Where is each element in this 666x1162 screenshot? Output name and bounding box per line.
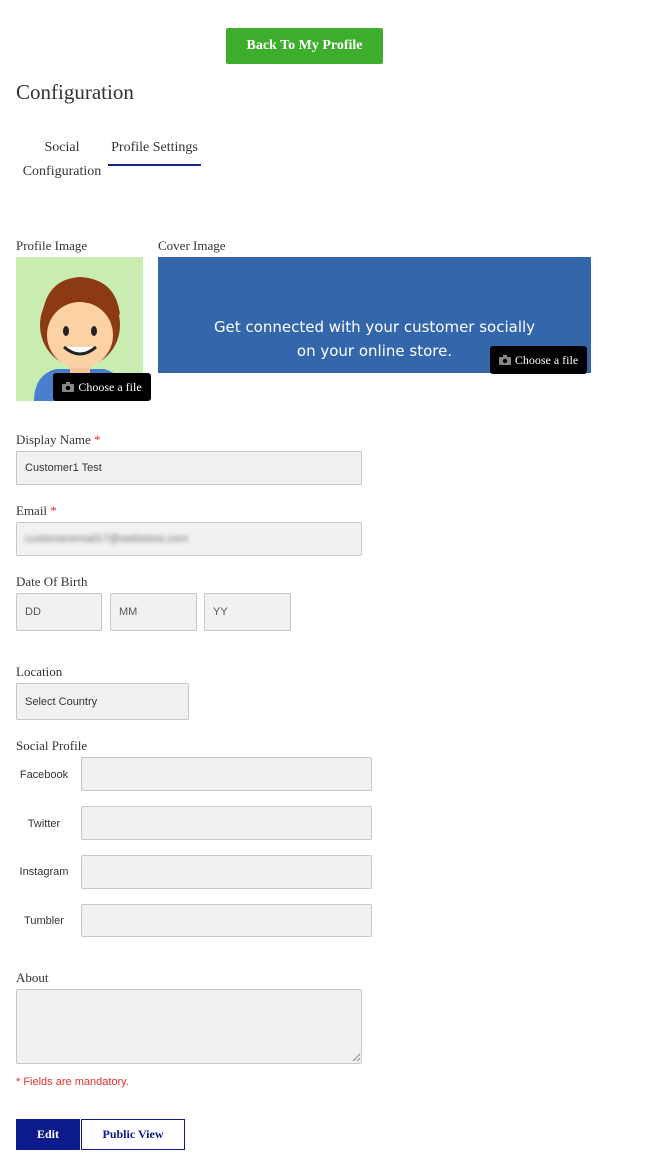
- instagram-field[interactable]: [81, 855, 372, 889]
- profile-image-label: Profile Image: [16, 238, 88, 253]
- display-name-label: Display Name *: [16, 432, 100, 448]
- tab-label-line: Social: [44, 140, 80, 155]
- email-value: customeremail17@webstore.com: [25, 533, 189, 545]
- cover-image-label: Cover Image: [158, 238, 226, 253]
- email-label: Email *: [16, 503, 57, 519]
- tab-social-configuration[interactable]: Social Configuration: [16, 136, 108, 184]
- tumbler-field[interactable]: [81, 904, 372, 937]
- required-mark: *: [50, 503, 57, 518]
- choose-file-label: Choose a file: [78, 379, 142, 394]
- tab-profile-settings[interactable]: Profile Settings: [108, 136, 201, 166]
- display-name-field[interactable]: Customer1 Test: [16, 451, 362, 485]
- about-textarea[interactable]: [16, 989, 362, 1064]
- tumbler-label: Tumbler: [24, 915, 64, 927]
- back-to-profile-button[interactable]: Back To My Profile: [226, 28, 383, 64]
- mandatory-note: * Fields are mandatory.: [16, 1076, 129, 1088]
- required-mark: *: [93, 432, 101, 447]
- instagram-label: Instagram: [19, 866, 69, 878]
- email-field[interactable]: customeremail17@webstore.com: [16, 522, 362, 556]
- about-label: About: [16, 970, 49, 985]
- dob-label: Date Of Birth: [16, 574, 88, 589]
- social-profile-label: Social Profile: [16, 738, 88, 753]
- camera-icon: [498, 355, 511, 365]
- camera-icon: [62, 382, 75, 392]
- facebook-field[interactable]: [81, 757, 372, 791]
- twitter-field[interactable]: [81, 806, 372, 840]
- email-label-text: Email: [16, 503, 48, 518]
- facebook-label: Facebook: [19, 769, 69, 781]
- country-select[interactable]: Select Country: [16, 683, 189, 720]
- public-view-button[interactable]: Public View: [81, 1119, 185, 1150]
- twitter-label: Twitter: [27, 818, 61, 830]
- choose-profile-file-button[interactable]: Choose a file: [53, 373, 151, 401]
- dob-year-field[interactable]: YY: [204, 593, 291, 631]
- choose-file-label: Choose a file: [514, 352, 579, 367]
- edit-button[interactable]: Edit: [16, 1119, 80, 1150]
- cover-text-line: Get connected with your customer sociall…: [213, 318, 536, 336]
- dob-day-field[interactable]: DD: [16, 593, 102, 631]
- resize-handle-icon[interactable]: [352, 1053, 361, 1062]
- display-name-label-text: Display Name: [16, 432, 91, 447]
- choose-cover-file-button[interactable]: Choose a file: [490, 346, 587, 374]
- tab-label-line: Configuration: [22, 164, 102, 179]
- location-label: Location: [16, 664, 63, 679]
- page-title: Configuration: [16, 80, 134, 104]
- dob-month-field[interactable]: MM: [110, 593, 197, 631]
